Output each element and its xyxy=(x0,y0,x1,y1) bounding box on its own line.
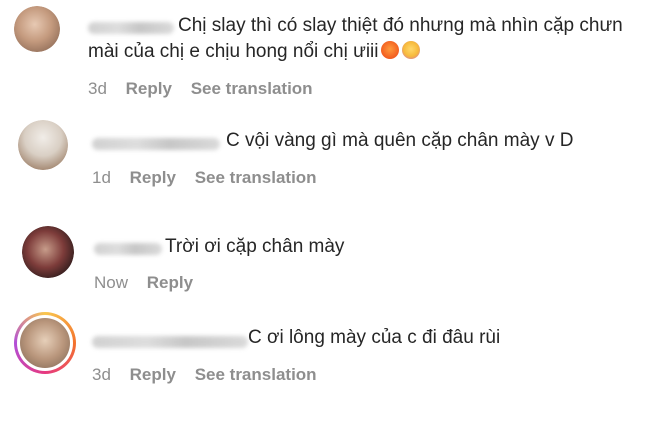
reply-button[interactable]: Reply xyxy=(147,272,193,294)
comment-meta: 1d Reply See translation xyxy=(92,167,331,189)
comment-meta: Now Reply xyxy=(94,272,207,294)
comment-text-continued: mài của chị e chịu hong nổi chị ưiii xyxy=(88,38,421,66)
laughing-face-emoji-icon xyxy=(402,41,421,59)
see-translation-button[interactable]: See translation xyxy=(195,167,317,189)
reply-button[interactable]: Reply xyxy=(126,78,172,100)
comment-meta: 3d Reply See translation xyxy=(92,364,331,386)
username-blurred[interactable] xyxy=(92,138,220,150)
avatar[interactable] xyxy=(18,120,68,170)
comment-text: Chị slay thì có slay thiệt đó nhưng mà n… xyxy=(178,15,623,36)
angry-face-emoji-icon xyxy=(381,41,400,59)
avatar[interactable] xyxy=(22,226,74,278)
see-translation-button[interactable]: See translation xyxy=(191,78,313,100)
comment-time: 1d xyxy=(92,168,111,187)
username-blurred[interactable] xyxy=(94,243,162,255)
reply-button[interactable]: Reply xyxy=(130,167,176,189)
see-translation-button[interactable]: See translation xyxy=(195,364,317,386)
comment-text: C vội vàng gì mà quên cặp chân mày v D xyxy=(226,130,574,151)
avatar[interactable] xyxy=(14,6,60,52)
avatar-story-ring[interactable] xyxy=(14,312,76,374)
comment-text: C ơi lông mày của c đi đâu rùi xyxy=(248,327,501,348)
comment-meta: 3d Reply See translation xyxy=(88,78,327,100)
username-blurred[interactable] xyxy=(88,22,174,34)
comment-time: Now xyxy=(94,273,129,292)
reply-button[interactable]: Reply xyxy=(130,364,176,386)
comment-time: 3d xyxy=(88,79,107,98)
comment-text: Trời ơi cặp chân mày xyxy=(165,236,345,257)
username-blurred[interactable] xyxy=(92,336,248,348)
avatar xyxy=(20,318,70,368)
comment-time: 3d xyxy=(92,365,111,384)
